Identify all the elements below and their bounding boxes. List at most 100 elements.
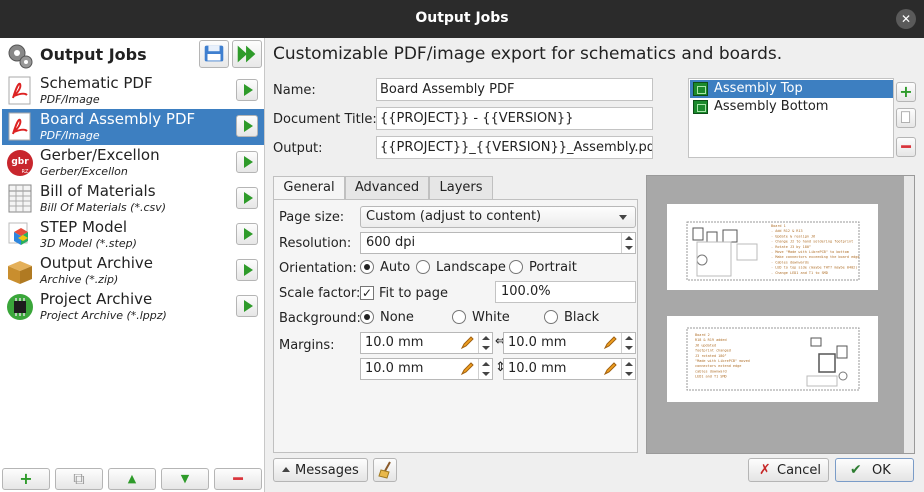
window-title: Output Jobs: [415, 10, 509, 26]
job-name: Board Assembly PDF: [40, 110, 196, 128]
job-item-schematic-pdf[interactable]: Schematic PDF PDF/Image: [2, 73, 264, 109]
move-down-button[interactable]: ▼: [161, 468, 209, 490]
page-title: Customizable PDF/image export for schema…: [273, 44, 783, 64]
run-job-button[interactable]: [236, 187, 258, 209]
copy-job-button[interactable]: ⧉: [55, 468, 103, 490]
margin-right-value: 10.0 mm: [508, 335, 567, 350]
margin-left-field[interactable]: 10.0 mm: [360, 332, 493, 354]
tab-layers[interactable]: Layers: [429, 176, 493, 200]
preview-area[interactable]: Board 1- Add R12 & R13- Update & realign…: [646, 175, 915, 454]
messages-button[interactable]: Messages: [273, 458, 368, 482]
orientation-portrait-radio[interactable]: [509, 260, 523, 274]
document-title-label: Document Title:: [273, 112, 377, 127]
board-item-assembly-top[interactable]: Assembly Top: [690, 80, 893, 98]
copy-board-button[interactable]: [896, 108, 916, 128]
run-job-button[interactable]: [236, 259, 258, 281]
remove-job-button[interactable]: ━: [214, 468, 262, 490]
job-item-gerber-excellon[interactable]: gbr RZ Gerber/Excellon Gerber/Excellon: [2, 145, 264, 181]
job-name: Project Archive: [40, 290, 153, 308]
preview-page2-notes: Board 2 R18 & R19 added J6 updated footprin…: [695, 333, 750, 379]
spin-arrows-icon[interactable]: [621, 333, 635, 353]
page-size-select[interactable]: Custom (adjust to content): [360, 206, 636, 228]
pencil-icon[interactable]: [460, 336, 474, 350]
background-white-radio[interactable]: [452, 310, 466, 324]
cancel-button[interactable]: ✗ Cancel: [748, 458, 829, 482]
margin-bottom-value: 10.0 mm: [508, 361, 567, 376]
run-job-button[interactable]: [236, 223, 258, 245]
board-list: Assembly Top Assembly Bottom: [688, 78, 894, 158]
fit-to-page-checkbox[interactable]: ✓: [360, 286, 374, 300]
close-icon[interactable]: ✕: [896, 9, 916, 29]
orientation-label: Orientation:: [279, 261, 357, 276]
run-all-button[interactable]: [232, 40, 262, 68]
clear-messages-button[interactable]: [373, 458, 397, 482]
copy-icon: [901, 111, 911, 123]
gerber-icon: gbr RZ: [7, 150, 33, 176]
job-type: Project Archive (*.lppz): [40, 309, 167, 322]
job-item-project-archive[interactable]: Project Archive Project Archive (*.lppz): [2, 289, 264, 325]
orientation-landscape-radio[interactable]: [416, 260, 430, 274]
cancel-label: Cancel: [777, 463, 822, 478]
spin-arrows-icon[interactable]: [621, 233, 635, 253]
orientation-portrait-label: Portrait: [529, 260, 577, 275]
add-job-button[interactable]: +: [2, 468, 50, 490]
preview-scrollbar[interactable]: [904, 176, 914, 453]
output-field[interactable]: {{PROJECT}}_{{VERSION}}_Assembly.pdf: [376, 136, 653, 159]
spin-arrows-icon[interactable]: [478, 333, 492, 353]
spin-arrows-icon[interactable]: [478, 359, 492, 379]
assembly-bottom-drawing: Board 2 R18 & R19 added J6 updated footprin…: [686, 327, 860, 391]
spin-arrows-icon[interactable]: [621, 359, 635, 379]
move-up-button[interactable]: ▲: [108, 468, 156, 490]
broom-icon: [378, 461, 391, 479]
run-job-button[interactable]: [236, 79, 258, 101]
gear-icon: [8, 44, 33, 69]
name-field[interactable]: Board Assembly PDF: [376, 78, 653, 101]
background-label: Background:: [279, 311, 361, 326]
spreadsheet-icon: [8, 184, 32, 213]
margin-left-value: 10.0 mm: [365, 335, 424, 350]
tab-general[interactable]: General: [273, 176, 345, 201]
job-type: PDF/Image: [40, 129, 100, 142]
orientation-auto-label: Auto: [380, 260, 411, 275]
job-type: Gerber/Excellon: [40, 165, 128, 178]
pencil-icon[interactable]: [460, 362, 474, 376]
gerber-badge-text: gbr: [11, 157, 29, 167]
background-none-radio[interactable]: [360, 310, 374, 324]
board-label: Assembly Bottom: [714, 99, 829, 114]
job-item-output-archive[interactable]: Output Archive Archive (*.zip): [2, 253, 264, 289]
window-titlebar: Output Jobs ✕: [0, 0, 924, 38]
margin-top-field[interactable]: 10.0 mm: [360, 358, 493, 380]
remove-board-button[interactable]: ━: [896, 137, 916, 157]
orientation-auto-radio[interactable]: [360, 260, 374, 274]
document-title-field[interactable]: {{PROJECT}} - {{VERSION}}: [376, 107, 653, 130]
job-item-board-assembly-pdf[interactable]: Board Assembly PDF PDF/Image: [2, 109, 264, 145]
jobs-pane: Output Jobs Schematic PDF PDF/Image Boar…: [0, 38, 265, 492]
pencil-icon[interactable]: [603, 336, 617, 350]
margin-bottom-field[interactable]: 10.0 mm: [503, 358, 636, 380]
background-none-label: None: [380, 310, 414, 325]
resolution-label: Resolution:: [279, 236, 352, 251]
margin-right-field[interactable]: 10.0 mm: [503, 332, 636, 354]
messages-label: Messages: [295, 463, 359, 478]
run-job-button[interactable]: [236, 115, 258, 137]
run-job-button[interactable]: [236, 151, 258, 173]
ok-button[interactable]: ✔ OK: [835, 458, 914, 482]
pdf-icon: [8, 76, 31, 105]
pencil-icon[interactable]: [603, 362, 617, 376]
save-icon: [204, 45, 224, 62]
ok-label: OK: [872, 463, 891, 478]
page-size-label: Page size:: [279, 210, 345, 225]
tab-advanced[interactable]: Advanced: [345, 176, 429, 200]
job-item-step-model[interactable]: STEP Model 3D Model (*.step): [2, 217, 264, 253]
job-editor: Customizable PDF/image export for schema…: [266, 38, 924, 492]
run-job-button[interactable]: [236, 295, 258, 317]
board-item-assembly-bottom[interactable]: Assembly Bottom: [690, 98, 893, 116]
chevron-down-icon: [619, 215, 627, 220]
save-button[interactable]: [199, 40, 229, 68]
job-item-bill-of-materials[interactable]: Bill of Materials Bill Of Materials (*.c…: [2, 181, 264, 217]
background-black-radio[interactable]: [544, 310, 558, 324]
add-board-button[interactable]: +: [896, 82, 916, 102]
scale-factor-field[interactable]: 100.0%: [495, 281, 636, 303]
resolution-spinbox[interactable]: 600 dpi: [360, 232, 636, 254]
fit-to-page-label: Fit to page: [379, 286, 449, 301]
